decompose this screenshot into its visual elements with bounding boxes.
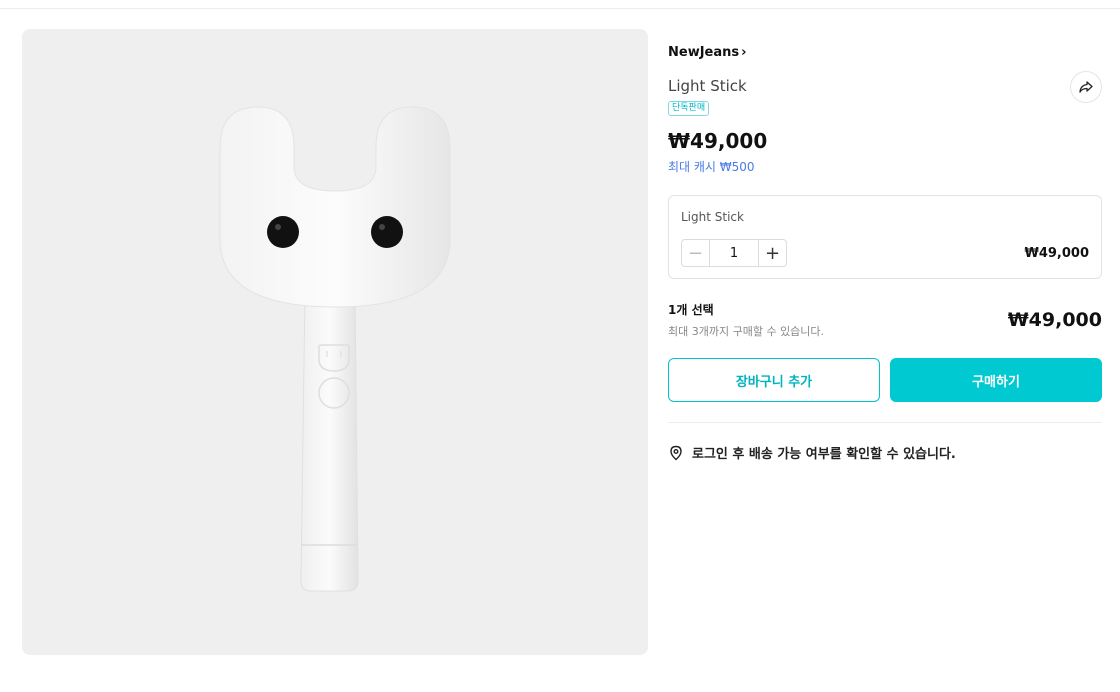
selected-count: 1개 선택	[668, 303, 714, 317]
chevron-right-icon: ›	[741, 45, 747, 60]
brand-name[interactable]: NewJeans	[668, 45, 739, 60]
product-price: ₩49,000	[668, 129, 768, 153]
selected-option-box: Light Stick − + ₩49,000	[668, 195, 1102, 279]
product-title: Light Stick	[668, 77, 747, 95]
cash-reward: 최대 캐시 ₩500	[668, 160, 755, 174]
brand-link[interactable]: NewJeans ›	[668, 45, 747, 60]
share-button[interactable]	[1070, 71, 1102, 103]
product-image[interactable]	[22, 29, 648, 655]
quantity-stepper: − +	[681, 239, 787, 267]
product-info-panel: NewJeans › Light Stick 단독판매 ₩49,000 최대 캐…	[668, 0, 1102, 692]
delivery-info: 로그인 후 배송 가능 여부를 확인할 수 있습니다.	[668, 443, 956, 462]
quantity-input[interactable]	[710, 240, 758, 266]
decrease-quantity-button[interactable]: −	[682, 240, 710, 266]
light-stick-illustration	[219, 106, 451, 592]
increase-quantity-button[interactable]: +	[758, 240, 786, 266]
purchase-limit-note: 최대 3개까지 구매할 수 있습니다.	[668, 325, 825, 338]
section-divider	[668, 422, 1102, 423]
delivery-text: 로그인 후 배송 가능 여부를 확인할 수 있습니다.	[692, 447, 956, 462]
total-price: ₩49,000	[1007, 309, 1102, 331]
option-name: Light Stick	[681, 210, 744, 224]
share-icon	[1079, 81, 1093, 93]
option-price: ₩49,000	[1024, 246, 1089, 261]
exclusive-badge: 단독판매	[668, 101, 710, 116]
buy-now-button[interactable]: 구매하기	[890, 358, 1102, 402]
location-pin-icon	[670, 445, 682, 460]
add-to-cart-button[interactable]: 장바구니 추가	[668, 358, 880, 402]
